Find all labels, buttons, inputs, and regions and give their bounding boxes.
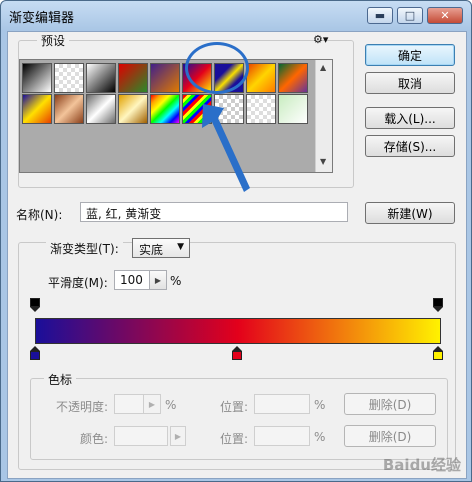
smoothness-stepper[interactable]: ▶ (149, 270, 167, 290)
preset-swatch[interactable] (214, 63, 244, 93)
delete-opacity-stop-button[interactable]: 删除(D) (344, 393, 436, 415)
stops-group (30, 378, 448, 460)
opacity-stepper[interactable]: ▶ (143, 394, 161, 414)
chevron-right-icon: ▶ (154, 275, 162, 285)
preset-swatch[interactable] (150, 94, 180, 124)
preset-swatch-grid: ▲ ▼ (19, 59, 333, 173)
cancel-button[interactable]: 取消 (365, 72, 455, 94)
scroll-down-icon[interactable]: ▼ (320, 157, 326, 166)
gradient-preview-bar[interactable] (35, 318, 441, 344)
ok-button[interactable]: 确定 (365, 44, 455, 66)
opacity-stop-box (433, 298, 443, 307)
presets-group: 预设 ⚙▾ ▲ ▼ (18, 32, 354, 188)
opacity-stop-left[interactable] (30, 298, 41, 312)
delete-color-stop-button[interactable]: 删除(D) (344, 425, 436, 447)
color-stop-right[interactable] (433, 346, 444, 360)
gradient-type-value: 实底 (139, 243, 164, 257)
color-location-input[interactable] (254, 426, 310, 446)
scroll-up-icon[interactable]: ▲ (320, 63, 326, 72)
save-button[interactable]: 存储(S)... (365, 135, 455, 157)
dialog-client: 预设 ⚙▾ ▲ ▼ 确定 取消 载入(L)... 存储(S)... 名称(N):… (7, 31, 467, 479)
preset-swatch[interactable] (22, 94, 52, 124)
color-swatch-field[interactable] (114, 426, 168, 446)
opacity-location-label: 位置: (220, 400, 249, 414)
preset-swatch[interactable] (278, 63, 308, 93)
preset-swatch[interactable] (150, 63, 180, 93)
dropdown-arrow-icon: ▼ (177, 242, 184, 252)
color-label: 颜色: (80, 432, 109, 446)
maximize-icon: □ (404, 9, 416, 22)
name-label: 名称(N): (16, 208, 63, 222)
preset-swatch[interactable] (118, 94, 148, 124)
load-button[interactable]: 载入(L)... (365, 107, 455, 129)
annotation-arrow (202, 104, 250, 192)
preset-scrollbar[interactable]: ▲ ▼ (315, 60, 332, 172)
preset-swatch[interactable] (86, 63, 116, 93)
color-stop-box (433, 351, 443, 360)
opacity-input[interactable] (114, 394, 144, 414)
opacity-stop-box (30, 298, 40, 307)
color-picker-stepper[interactable]: ▶ (170, 426, 186, 446)
smoothness-unit: % (170, 274, 182, 288)
color-location-label: 位置: (220, 432, 249, 446)
gradient-editor-window: 渐变编辑器 ▬ □ ✕ 预设 ⚙▾ ▲ ▼ 确定 取消 载入(L)... 存储(… (0, 0, 472, 482)
presets-label: 预设 (37, 32, 70, 49)
title-bar[interactable]: 渐变编辑器 ▬ □ ✕ (1, 1, 471, 31)
opacity-unit: % (165, 398, 177, 412)
preset-swatch[interactable] (278, 94, 308, 124)
minimize-icon: ▬ (374, 9, 386, 22)
gradient-type-label: 渐变类型(T): (46, 240, 123, 257)
watermark: Baidu经验 (382, 456, 461, 474)
new-gradient-button[interactable]: 新建(W) (365, 202, 455, 224)
preset-swatch[interactable] (54, 94, 84, 124)
opacity-stop-pointer (30, 307, 40, 312)
opacity-stop-pointer (433, 307, 443, 312)
close-button[interactable]: ✕ (427, 7, 463, 24)
window-title: 渐变编辑器 (9, 11, 75, 26)
preset-swatch-selected[interactable] (182, 63, 212, 93)
gradient-type-select[interactable]: 实底 ▼ (132, 238, 190, 258)
preset-swatch[interactable] (246, 63, 276, 93)
preset-swatch[interactable] (54, 63, 84, 93)
color-stop-box (232, 351, 242, 360)
color-stop-middle[interactable] (232, 346, 243, 360)
color-stop-left[interactable] (30, 346, 41, 360)
smoothness-label: 平滑度(M): (48, 276, 108, 290)
opacity-location-unit: % (314, 398, 326, 412)
color-location-unit: % (314, 430, 326, 444)
opacity-location-input[interactable] (254, 394, 310, 414)
color-stop-box (30, 351, 40, 360)
opacity-stop-right[interactable] (433, 298, 444, 312)
name-input[interactable]: 蓝, 红, 黄渐变 (80, 202, 348, 222)
preset-swatch[interactable] (86, 94, 116, 124)
stops-group-label: 色标 (44, 371, 77, 388)
preset-swatch[interactable] (22, 63, 52, 93)
gear-icon[interactable]: ⚙▾ (313, 33, 328, 46)
smoothness-input[interactable]: 100 (114, 270, 150, 290)
chevron-right-icon: ▶ (174, 431, 182, 441)
preset-swatch[interactable] (118, 63, 148, 93)
maximize-button[interactable]: □ (397, 7, 423, 24)
chevron-right-icon: ▶ (148, 399, 156, 409)
opacity-label: 不透明度: (56, 400, 109, 414)
close-icon: ✕ (440, 9, 450, 22)
minimize-button[interactable]: ▬ (367, 7, 393, 24)
